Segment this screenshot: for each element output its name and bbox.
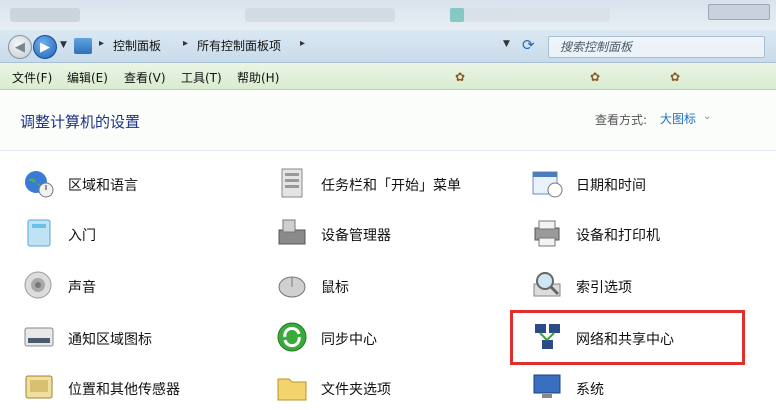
item-region-language[interactable]: 区域和语言 <box>22 166 242 206</box>
menu-bar: 文件(F) 编辑(E) 查看(V) 工具(T) 帮助(H) ✿ ✿ ✿ <box>0 63 776 90</box>
search-placeholder: 搜索控制面板 <box>560 40 633 54</box>
system-icon <box>533 374 561 398</box>
item-label: 同步中心 <box>321 332 377 348</box>
chevron-down-icon[interactable]: ⌄ <box>703 111 711 122</box>
device-manager-icon <box>278 219 306 245</box>
breadcrumb-chevron-icon[interactable]: ▸ <box>183 38 188 49</box>
item-label: 任务栏和「开始」菜单 <box>321 178 461 194</box>
speaker-icon <box>24 271 52 299</box>
folder-icon <box>277 378 307 401</box>
item-mouse[interactable]: 鼠标 <box>275 268 505 308</box>
item-label: 设备和打印机 <box>576 228 660 244</box>
item-getting-started[interactable]: 入门 <box>22 216 242 256</box>
menu-tools[interactable]: 工具(T) <box>181 69 222 86</box>
magnifier-icon <box>533 272 561 297</box>
mouse-icon <box>278 276 306 298</box>
address-bar: ◀ ▶ ▼ ▸ 控制面板 ▸ 所有控制面板项 ▸ ▼ ⟳ 搜索控制面板 <box>0 30 776 63</box>
item-label: 声音 <box>68 280 96 296</box>
item-label: 通知区域图标 <box>68 332 152 348</box>
view-by-label: 查看方式: <box>595 113 648 127</box>
breadcrumb-chevron-icon[interactable]: ▸ <box>300 38 305 49</box>
taskbar-icon <box>281 168 303 198</box>
breadcrumb-chevron-icon[interactable]: ▸ <box>99 38 104 49</box>
menu-view[interactable]: 查看(V) <box>124 69 166 86</box>
item-label: 设备管理器 <box>321 228 391 244</box>
printer-icon <box>534 220 560 247</box>
item-label: 文件夹选项 <box>321 382 391 398</box>
decoration-icon: ✿ <box>455 70 466 84</box>
item-location-sensors[interactable]: 位置和其他传感器 <box>22 370 242 410</box>
item-folder-options[interactable]: 文件夹选项 <box>275 370 505 410</box>
item-label: 位置和其他传感器 <box>68 382 180 398</box>
sync-icon <box>277 322 307 352</box>
item-system[interactable]: 系统 <box>530 370 760 410</box>
item-notification-icons[interactable]: 通知区域图标 <box>22 320 242 360</box>
item-label: 入门 <box>68 228 96 244</box>
item-sound[interactable]: 声音 <box>22 268 242 308</box>
history-dropdown-icon[interactable]: ▼ <box>60 40 67 50</box>
item-taskbar-start-menu[interactable]: 任务栏和「开始」菜单 <box>275 166 505 206</box>
item-sync-center[interactable]: 同步中心 <box>275 320 505 360</box>
highlight-annotation <box>510 310 745 365</box>
item-label: 日期和时间 <box>576 178 646 194</box>
globe-clock-icon <box>25 171 54 198</box>
item-devices-printers[interactable]: 设备和打印机 <box>530 216 760 256</box>
address-dropdown-icon[interactable]: ▼ <box>503 39 510 49</box>
decoration-icon: ✿ <box>670 70 681 84</box>
divider <box>0 150 776 151</box>
calendar-clock-icon <box>532 171 563 198</box>
background-window-tabs <box>0 0 776 30</box>
item-indexing-options[interactable]: 索引选项 <box>530 268 760 308</box>
blurred-tab <box>10 8 80 22</box>
control-panel-icon <box>74 38 92 54</box>
item-label: 鼠标 <box>321 280 349 296</box>
menu-file[interactable]: 文件(F) <box>12 69 52 86</box>
page-title: 调整计算机的设置 <box>20 113 141 131</box>
item-device-manager[interactable]: 设备管理器 <box>275 216 505 256</box>
refresh-icon[interactable]: ⟳ <box>522 36 535 54</box>
menu-help[interactable]: 帮助(H) <box>237 69 279 86</box>
sensor-icon <box>25 375 53 399</box>
back-button[interactable]: ◀ <box>8 35 32 59</box>
window-controls[interactable] <box>708 4 770 20</box>
getting-started-icon <box>27 219 51 247</box>
breadcrumb-all-items[interactable]: 所有控制面板项 <box>197 37 281 54</box>
notification-area-icon <box>24 327 54 347</box>
view-by-dropdown[interactable]: 大图标 <box>660 110 696 127</box>
decoration-icon: ✿ <box>590 70 601 84</box>
item-label: 区域和语言 <box>68 178 138 194</box>
item-label: 系统 <box>576 382 604 398</box>
blurred-tab <box>245 8 395 22</box>
item-date-time[interactable]: 日期和时间 <box>530 166 760 206</box>
blurred-tab <box>450 8 610 22</box>
item-label: 索引选项 <box>576 280 632 296</box>
forward-button[interactable]: ▶ <box>33 35 57 59</box>
breadcrumb-control-panel[interactable]: 控制面板 <box>113 37 161 54</box>
menu-edit[interactable]: 编辑(E) <box>67 69 108 86</box>
